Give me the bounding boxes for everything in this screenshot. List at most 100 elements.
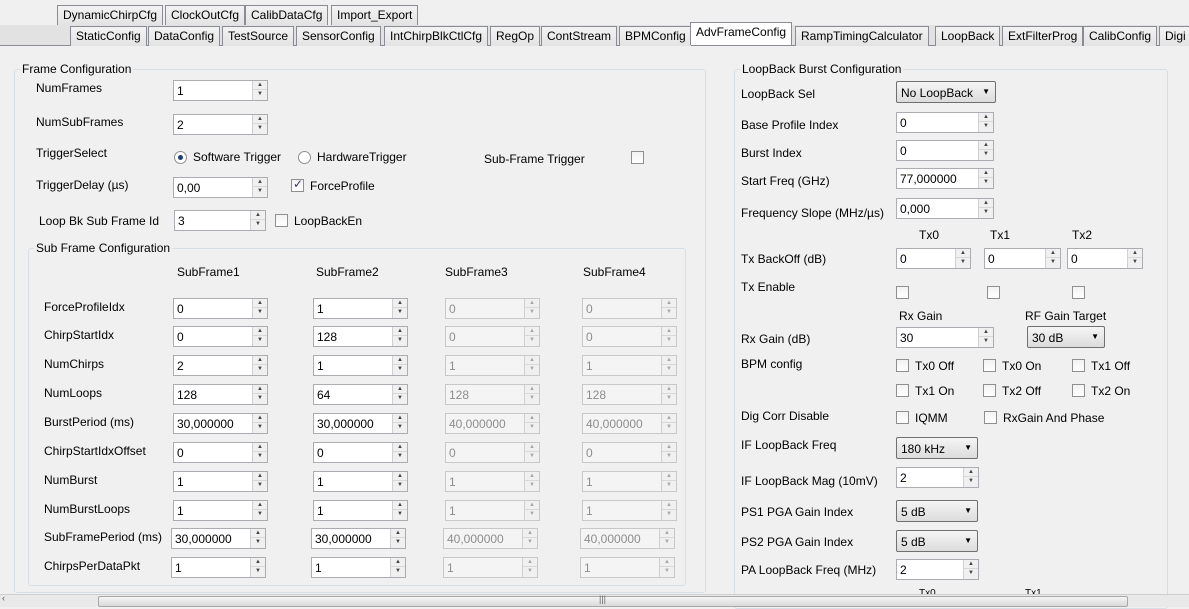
subframe-value-spinner[interactable]: 1 ▲ ▼ — [171, 557, 266, 578]
subframe-value-spinner[interactable]: 1 ▲ ▼ — [313, 298, 408, 319]
spinner-buttons[interactable]: ▲ ▼ — [250, 558, 265, 577]
subframe-value-spinner[interactable]: 0 ▲ ▼ — [173, 442, 268, 463]
spin-down-icon[interactable]: ▼ — [979, 337, 993, 346]
spin-down-icon[interactable]: ▼ — [1128, 258, 1142, 267]
subframe-value-spinner[interactable]: 30,000000 ▲ ▼ — [171, 528, 266, 549]
spinner-buttons[interactable]: ▲ ▼ — [978, 199, 993, 218]
spin-up-icon[interactable]: ▲ — [956, 249, 970, 258]
loopback-en-checkbox[interactable] — [275, 214, 288, 227]
spin-down-icon[interactable]: ▼ — [253, 452, 267, 461]
num-subframes-spinner[interactable]: 2 ▲ ▼ — [173, 114, 268, 135]
spin-up-icon[interactable]: ▲ — [1046, 249, 1060, 258]
spinner-buttons[interactable]: ▲ ▼ — [955, 249, 970, 268]
rf-gain-target-dropdown[interactable]: 30 dB ▼ — [1027, 326, 1105, 348]
spin-up-icon[interactable]: ▲ — [1128, 249, 1142, 258]
spinner-buttons[interactable]: ▲ ▼ — [392, 299, 407, 318]
spinner-buttons[interactable]: ▲ ▼ — [252, 414, 267, 433]
software-trigger-radio[interactable] — [174, 151, 187, 164]
spin-up-icon[interactable]: ▲ — [964, 560, 978, 569]
tab-calibconfig[interactable]: CalibConfig — [1083, 26, 1158, 46]
spin-up-icon[interactable]: ▲ — [251, 529, 265, 538]
spin-up-icon[interactable]: ▲ — [253, 327, 267, 336]
spin-down-icon[interactable]: ▼ — [391, 538, 405, 547]
scroll-left-icon[interactable]: ‹ — [2, 593, 5, 603]
tx0-enable-checkbox[interactable] — [896, 286, 909, 299]
spin-up-icon[interactable]: ▲ — [979, 199, 993, 208]
spin-up-icon[interactable]: ▲ — [979, 141, 993, 150]
if-freq-dropdown[interactable]: 180 kHz ▼ — [896, 437, 978, 459]
spin-down-icon[interactable]: ▼ — [251, 567, 265, 576]
spin-down-icon[interactable]: ▼ — [393, 481, 407, 490]
spinner-buttons[interactable]: ▲ ▼ — [392, 327, 407, 346]
spin-down-icon[interactable]: ▼ — [253, 336, 267, 345]
spin-up-icon[interactable]: ▲ — [393, 501, 407, 510]
spin-up-icon[interactable]: ▲ — [253, 356, 267, 365]
spin-down-icon[interactable]: ▼ — [1046, 258, 1060, 267]
spinner-buttons[interactable]: ▲ ▼ — [392, 501, 407, 520]
spin-down-icon[interactable]: ▼ — [979, 208, 993, 217]
hardware-trigger-radio[interactable] — [298, 151, 311, 164]
spin-down-icon[interactable]: ▼ — [253, 187, 267, 196]
spin-up-icon[interactable]: ▲ — [391, 558, 405, 567]
tx1-enable-checkbox[interactable] — [987, 286, 1000, 299]
subframe-value-spinner[interactable]: 1 ▲ ▼ — [313, 500, 408, 521]
spin-up-icon[interactable]: ▲ — [253, 443, 267, 452]
spin-down-icon[interactable]: ▼ — [251, 538, 265, 547]
subframe-value-spinner[interactable]: 64 ▲ ▼ — [313, 384, 408, 405]
spinner-buttons[interactable]: ▲ ▼ — [252, 115, 267, 134]
spinner-buttons[interactable]: ▲ ▼ — [252, 443, 267, 462]
subframe-value-spinner[interactable]: 1 ▲ ▼ — [311, 557, 406, 578]
spin-down-icon[interactable]: ▼ — [253, 510, 267, 519]
spin-up-icon[interactable]: ▲ — [251, 558, 265, 567]
spinner-buttons[interactable]: ▲ ▼ — [1127, 249, 1142, 268]
tx0-backoff-spinner[interactable]: 0 ▲ ▼ — [896, 248, 971, 269]
spinner-buttons[interactable]: ▲ ▼ — [392, 472, 407, 491]
spinner-buttons[interactable]: ▲ ▼ — [252, 472, 267, 491]
spin-up-icon[interactable]: ▲ — [391, 529, 405, 538]
tab-bpmconfig[interactable]: BPMConfig — [619, 26, 692, 46]
spin-down-icon[interactable]: ▼ — [393, 308, 407, 317]
tab-testsource[interactable]: TestSource — [222, 26, 295, 46]
tab-advframeconfig[interactable]: AdvFrameConfig — [690, 22, 793, 45]
spinner-buttons[interactable]: ▲ ▼ — [252, 81, 267, 100]
tab-regop[interactable]: RegOp — [490, 26, 541, 46]
subframe-value-spinner[interactable]: 1 ▲ ▼ — [313, 355, 408, 376]
spinner-buttons[interactable]: ▲ ▼ — [252, 178, 267, 197]
subframe-value-spinner[interactable]: 30,000000 ▲ ▼ — [313, 413, 408, 434]
if-mag-spinner[interactable]: 2 ▲ ▼ — [896, 467, 979, 488]
subframe-value-spinner[interactable]: 0 ▲ ▼ — [173, 326, 268, 347]
trigger-delay-spinner[interactable]: 0,00 ▲ ▼ — [173, 177, 268, 198]
spin-down-icon[interactable]: ▼ — [393, 423, 407, 432]
spinner-buttons[interactable]: ▲ ▼ — [978, 169, 993, 188]
subframe-value-spinner[interactable]: 30,000000 ▲ ▼ — [311, 528, 406, 549]
spinner-buttons[interactable]: ▲ ▼ — [392, 414, 407, 433]
spinner-buttons[interactable]: ▲ ▼ — [250, 211, 265, 230]
spin-down-icon[interactable]: ▼ — [251, 220, 265, 229]
scrollbar-thumb[interactable]: ||| — [98, 594, 1128, 607]
spinner-buttons[interactable]: ▲ ▼ — [252, 501, 267, 520]
tab-staticconfig[interactable]: StaticConfig — [70, 26, 147, 46]
spinner-buttons[interactable]: ▲ ▼ — [1045, 249, 1060, 268]
tab-contstream[interactable]: ContStream — [541, 26, 618, 46]
tx1-backoff-spinner[interactable]: 0 ▲ ▼ — [984, 248, 1061, 269]
spin-down-icon[interactable]: ▼ — [393, 452, 407, 461]
bpm-tx0-off-checkbox[interactable] — [896, 359, 909, 372]
spin-up-icon[interactable]: ▲ — [253, 472, 267, 481]
spin-up-icon[interactable]: ▲ — [393, 414, 407, 423]
loopbk-subframe-spinner[interactable]: 3 ▲ ▼ — [174, 210, 266, 231]
subframe-value-spinner[interactable]: 1 ▲ ▼ — [313, 471, 408, 492]
spin-down-icon[interactable]: ▼ — [393, 336, 407, 345]
spin-down-icon[interactable]: ▼ — [964, 477, 978, 486]
tx2-backoff-spinner[interactable]: 0 ▲ ▼ — [1067, 248, 1143, 269]
subframe-value-spinner[interactable]: 128 ▲ ▼ — [173, 384, 268, 405]
horizontal-scrollbar[interactable]: ‹ ||| — [0, 593, 1189, 607]
spinner-buttons[interactable]: ▲ ▼ — [392, 385, 407, 404]
subframe-value-spinner[interactable]: 1 ▲ ▼ — [173, 471, 268, 492]
spin-down-icon[interactable]: ▼ — [253, 394, 267, 403]
spinner-buttons[interactable]: ▲ ▼ — [252, 356, 267, 375]
spinner-buttons[interactable]: ▲ ▼ — [963, 560, 978, 579]
subframe-value-spinner[interactable]: 1 ▲ ▼ — [173, 500, 268, 521]
spin-down-icon[interactable]: ▼ — [253, 481, 267, 490]
spin-down-icon[interactable]: ▼ — [253, 423, 267, 432]
spin-up-icon[interactable]: ▲ — [253, 501, 267, 510]
